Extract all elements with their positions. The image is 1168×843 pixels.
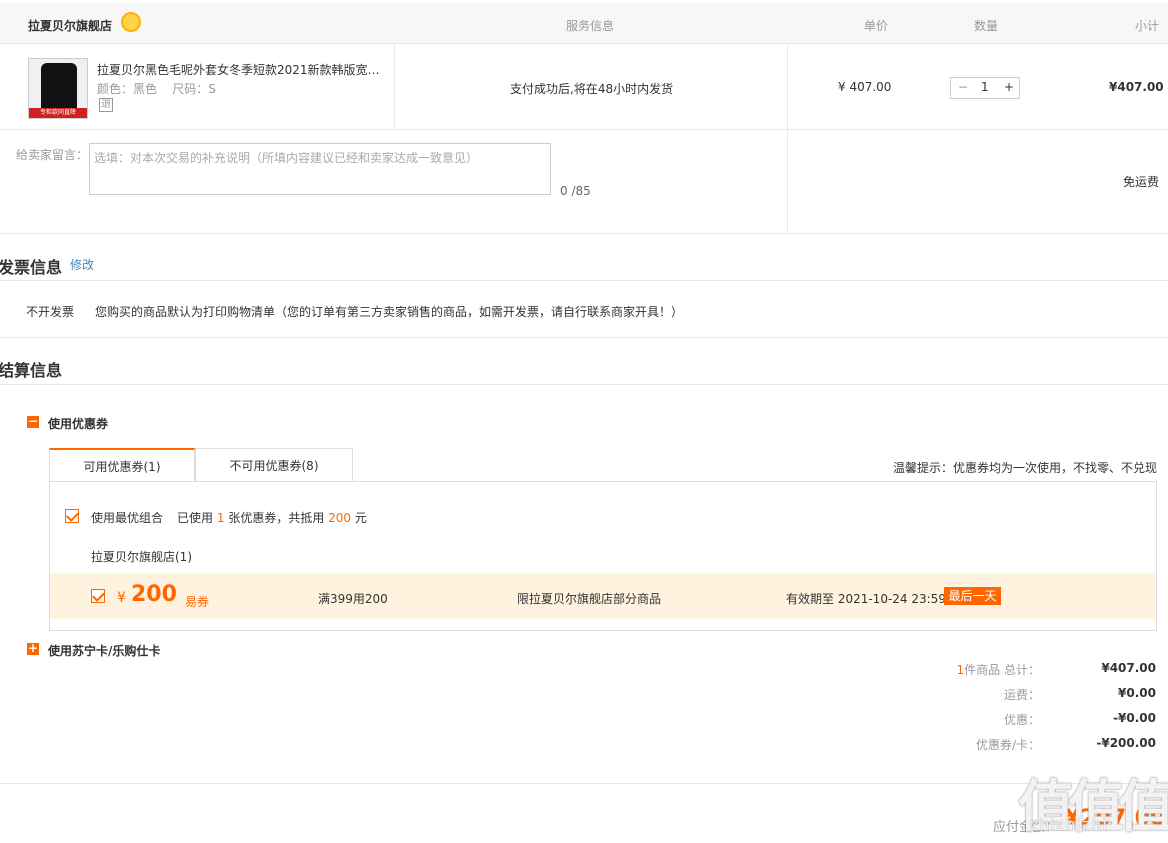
items-total-label: 1件商品 总计： xyxy=(957,661,1040,678)
product-attributes: 颜色：黑色 尺码：S xyxy=(97,82,216,96)
divider xyxy=(394,44,395,130)
coupon-rule: 满399用200 xyxy=(318,592,388,606)
coupon-scope: 限拉夏贝尔旗舰店部分商品 xyxy=(517,592,662,606)
seller-message-input[interactable]: 选填：对本次交易的补充说明（所填内容建议已经和卖家达成一致意见） xyxy=(89,143,551,195)
discount-value: -¥0.00 xyxy=(1113,711,1156,725)
usage-suffix: 元 xyxy=(354,511,367,525)
divider xyxy=(0,280,1168,281)
order-table-header: 拉夏贝尔旗舰店 服务信息 单价 数量 小计 xyxy=(0,3,1168,44)
settlement-section-title: 结算信息 xyxy=(0,361,63,380)
shipping-label: 运费： xyxy=(1003,688,1040,702)
coupon-tip: 温馨提示：优惠券均为一次使用，不找零、不兑现 xyxy=(893,461,1158,475)
quantity-stepper: − 1 + xyxy=(950,77,1020,99)
shipping-value: ¥0.00 xyxy=(1118,686,1156,700)
message-counter: 0 /85 xyxy=(560,184,591,198)
items-total-value: ¥407.00 xyxy=(1101,661,1156,675)
collapse-icon[interactable]: − xyxy=(27,415,39,428)
product-thumbnail[interactable]: 专柜款同直降 xyxy=(28,58,88,119)
invoice-type: 不开发票 xyxy=(26,305,75,319)
coupon-toggle[interactable]: 使用优惠券 xyxy=(48,415,108,432)
usage-count: 1 xyxy=(216,511,225,525)
divider xyxy=(0,233,1168,234)
divider xyxy=(0,129,1168,130)
qty-plus-button[interactable]: + xyxy=(1004,80,1014,94)
discount-label: 优惠： xyxy=(1003,713,1040,727)
col-service-header: 服务信息 xyxy=(566,19,615,33)
col-price-header: 单价 xyxy=(864,19,889,33)
usage-mid: 张优惠券，共抵用 xyxy=(228,511,325,525)
items-label: 件商品 总计： xyxy=(964,663,1040,677)
coupon-type: 易券 xyxy=(185,595,210,609)
invoice-edit-link[interactable]: 修改 xyxy=(70,256,94,273)
tab-available-coupons[interactable]: 可用优惠券(1) xyxy=(49,448,195,482)
qty-minus-button[interactable]: − xyxy=(958,80,968,94)
tab-unavailable-coupons[interactable]: 不可用优惠券(8) xyxy=(195,448,353,482)
invoice-note: 您购买的商品默认为打印购物清单（您的订单有第三方卖家销售的商品，如需开发票，请自… xyxy=(95,305,684,319)
best-combo-checkbox[interactable] xyxy=(65,509,79,523)
last-day-badge: 最后一天 xyxy=(944,587,1001,605)
service-info: 支付成功后,将在48小时内发货 xyxy=(510,82,674,96)
coat-image xyxy=(41,63,77,109)
divider xyxy=(787,44,788,234)
unit-price: ¥ 407.00 xyxy=(838,80,892,94)
coupon-amount: 200 xyxy=(131,582,177,607)
divider xyxy=(0,337,1168,338)
divider xyxy=(0,384,1168,385)
message-label: 给卖家留言： xyxy=(16,148,89,162)
best-combo-label: 使用最优组合 xyxy=(91,511,164,525)
invoice-section-title: 发票信息 xyxy=(0,258,63,277)
usage-amount: 200 xyxy=(328,511,352,525)
col-qty-header: 数量 xyxy=(974,19,999,33)
suning-card-toggle[interactable]: 使用苏宁卡/乐购仕卡 xyxy=(48,642,160,659)
product-title[interactable]: 拉夏贝尔黑色毛呢外套女冬季短款2021新款韩版宽… xyxy=(97,61,387,78)
coupon-usage-summary: 已使用 1 张优惠券，共抵用 200 元 xyxy=(177,509,367,526)
coupon-card-label: 优惠券/卡： xyxy=(975,738,1040,752)
store-group-label: 拉夏贝尔旗舰店(1) xyxy=(91,550,192,564)
watermark-site: zhizhizhi xyxy=(1030,815,1108,834)
coupon-currency: ¥ xyxy=(117,590,126,606)
divider xyxy=(0,783,1168,784)
qty-value[interactable]: 1 xyxy=(981,80,989,94)
coupon-card-value: -¥200.00 xyxy=(1096,736,1156,750)
coupon-expiry: 有效期至 2021-10-24 23:59 xyxy=(786,592,946,606)
return-badge: 退 xyxy=(99,98,113,112)
subtotal: ¥407.00 xyxy=(1109,80,1164,94)
col-subtotal-header: 小计 xyxy=(1135,19,1160,33)
thumbnail-strip: 专柜款同直降 xyxy=(29,108,87,118)
usage-prefix: 已使用 xyxy=(177,511,214,525)
expand-icon[interactable]: + xyxy=(27,642,39,655)
shop-name[interactable]: 拉夏贝尔旗舰店 xyxy=(28,17,112,34)
shipping-free: 免运费 xyxy=(1123,175,1160,189)
coupon-checkbox[interactable] xyxy=(91,589,105,603)
shop-badge-icon xyxy=(121,12,141,32)
